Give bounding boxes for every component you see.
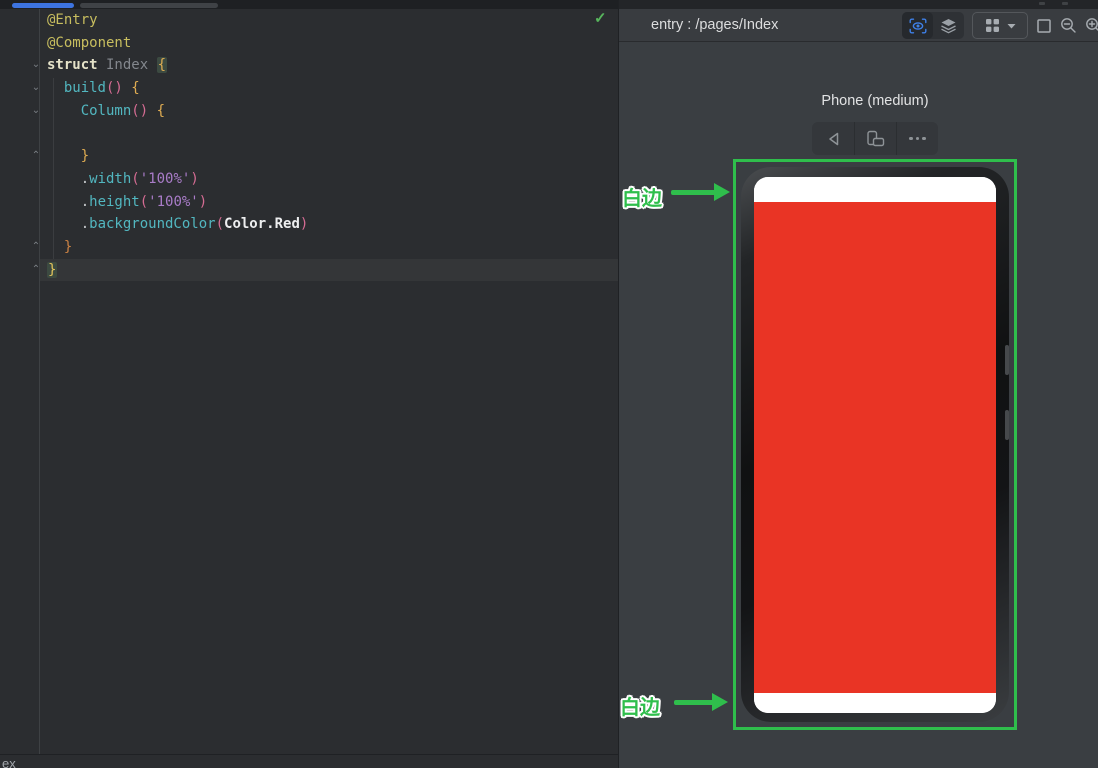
- breadcrumb-clipped[interactable]: ex: [2, 756, 16, 768]
- device-profile-label: Phone (medium): [821, 93, 929, 109]
- inspector-eye-button[interactable]: [902, 12, 933, 39]
- rotate-device-button[interactable]: [854, 122, 896, 155]
- code-token: (): [106, 80, 123, 97]
- code-token: height: [89, 193, 140, 210]
- phone-mockup: [741, 167, 1009, 722]
- code-line[interactable]: .height('100%'): [47, 191, 607, 214]
- code-token: }: [80, 148, 90, 165]
- code-token: }: [47, 261, 58, 278]
- annotation-bottom-arrow: [674, 700, 714, 705]
- fold-marker-icon[interactable]: ⌃: [29, 145, 43, 168]
- code-token: Index: [97, 57, 157, 74]
- clipped-icon: [1039, 2, 1045, 5]
- back-triangle-icon: [826, 131, 841, 147]
- phone-screen[interactable]: [754, 177, 996, 713]
- code-line[interactable]: }: [47, 236, 607, 259]
- code-token: (): [131, 102, 149, 119]
- code-token: }: [63, 238, 73, 255]
- code-token: @Component: [47, 34, 132, 51]
- code-token: build: [63, 80, 106, 97]
- device-controls-group: [812, 122, 938, 155]
- editor-tab-strip: [0, 0, 618, 9]
- rotate-device-icon: [866, 130, 885, 147]
- annotation-top-label: 白边: [622, 188, 662, 210]
- code-token: {: [156, 102, 166, 119]
- code-token: Color.Red: [224, 216, 300, 233]
- screen-white-bottom-edge: [754, 693, 996, 713]
- code-token: width: [89, 170, 132, 187]
- inactive-tab-indicator[interactable]: [80, 3, 218, 8]
- fold-marker-icon[interactable]: ⌄: [29, 100, 43, 123]
- frame-icon: [1036, 18, 1052, 34]
- code-line[interactable]: @Component: [47, 32, 607, 55]
- clipped-icon: [1062, 2, 1068, 5]
- zoom-in-button[interactable]: [1085, 17, 1098, 34]
- code-line[interactable]: }: [47, 145, 607, 168]
- phone-side-button: [1005, 345, 1009, 375]
- code-token: ): [198, 193, 208, 210]
- screen-white-top-edge: [754, 177, 996, 202]
- code-line[interactable]: build() {: [47, 77, 607, 100]
- previewer-toolbar: [902, 12, 1098, 39]
- zoom-out-icon: [1060, 17, 1077, 34]
- code-editor-panel[interactable]: ⌄ ⌄ ⌄ ⌃ ⌃ ⌃ @Entry @Component struct Index {bui…: [0, 0, 618, 768]
- code-line[interactable]: @Entry: [47, 9, 607, 32]
- code-text[interactable]: @Entry @Component struct Index {build() {C…: [47, 9, 607, 281]
- code-token: (: [131, 170, 140, 187]
- code-line[interactable]: }: [47, 259, 607, 282]
- code-token: ): [299, 216, 309, 233]
- code-token: {: [131, 80, 140, 97]
- fold-marker-icon[interactable]: ⌄: [29, 77, 43, 100]
- inspection-ok-check-icon[interactable]: ✓: [594, 9, 607, 27]
- code-token: @Entry: [47, 12, 98, 28]
- active-tab-indicator[interactable]: [12, 3, 74, 8]
- grid-view-icon: [985, 18, 1000, 33]
- fold-marker-icon[interactable]: ⌃: [29, 236, 43, 259]
- back-button[interactable]: [812, 122, 854, 155]
- code-token: struct: [47, 57, 98, 74]
- layers-button[interactable]: [933, 12, 964, 39]
- annotation-bottom-arrowhead-icon: [712, 693, 728, 711]
- code-token: ): [190, 170, 199, 187]
- inspector-eye-icon: [909, 18, 927, 34]
- code-token: (: [215, 216, 225, 233]
- code-token: backgroundColor: [89, 216, 216, 233]
- annotation-top-arrow: [671, 190, 716, 195]
- zoom-out-button[interactable]: [1060, 17, 1077, 34]
- fold-gutter: ⌄ ⌄ ⌄ ⌃ ⌃ ⌃: [29, 9, 43, 754]
- code-token: .: [80, 193, 90, 210]
- fold-marker-icon[interactable]: ⌄: [29, 54, 43, 77]
- code-line[interactable]: .backgroundColor(Color.Red): [47, 213, 607, 236]
- code-token: '100%': [139, 170, 191, 187]
- frame-button[interactable]: [1036, 18, 1052, 34]
- code-line[interactable]: struct Index {: [47, 54, 607, 77]
- zoom-in-icon: [1085, 17, 1098, 34]
- ide-window: ⌄ ⌄ ⌄ ⌃ ⌃ ⌃ @Entry @Component struct Index {bui…: [0, 0, 1098, 768]
- fold-marker-icon[interactable]: ⌃: [29, 259, 43, 282]
- code-token: .: [80, 216, 90, 233]
- previewer-page-title: entry : /pages/Index: [651, 17, 779, 33]
- editor-bottom-bar: ex: [0, 754, 618, 768]
- annotation-top-arrowhead-icon: [714, 183, 730, 201]
- code-token: Column: [80, 102, 132, 119]
- screen-red-column[interactable]: [754, 202, 996, 693]
- code-token: (: [139, 193, 149, 210]
- previewer-top-strip: [619, 0, 1098, 9]
- previewer-header: entry : /pages/Index: [619, 9, 1098, 42]
- code-line[interactable]: .width('100%'): [47, 168, 607, 191]
- ellipsis-icon: [909, 136, 926, 141]
- phone-side-button: [1005, 410, 1009, 440]
- more-options-button[interactable]: [896, 122, 938, 155]
- annotation-bottom-label: 白边: [620, 697, 660, 719]
- code-token: '100%': [148, 193, 199, 210]
- code-token: .: [80, 170, 90, 187]
- code-token: {: [156, 57, 168, 74]
- inspector-toggle-group: [902, 12, 964, 39]
- layers-icon: [940, 18, 957, 34]
- preview-mode-dropdown[interactable]: [972, 12, 1028, 39]
- code-line[interactable]: [47, 122, 607, 145]
- dropdown-arrow-icon: [1007, 23, 1016, 29]
- code-line[interactable]: Column() {: [47, 100, 607, 123]
